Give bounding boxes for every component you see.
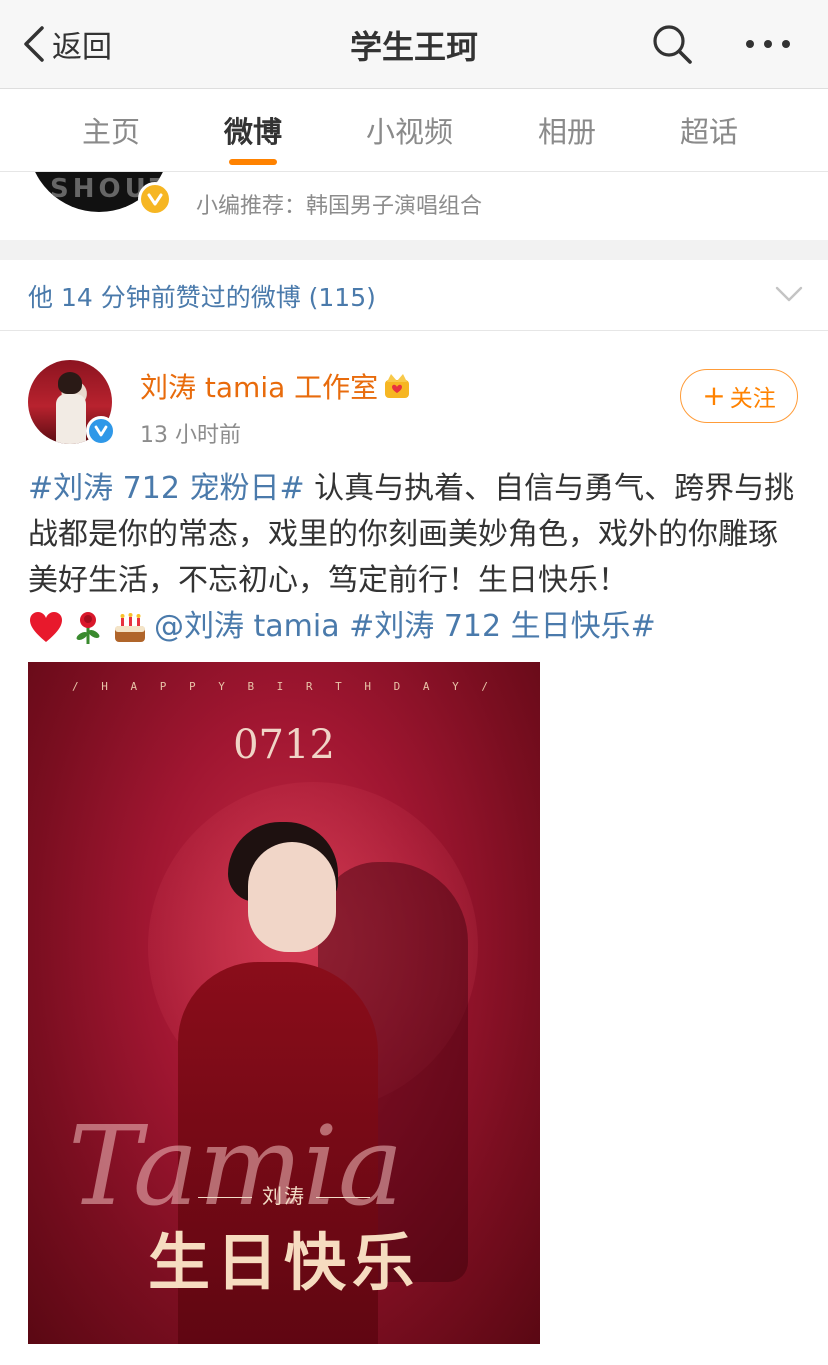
tab-video[interactable]: 小视频 bbox=[366, 109, 453, 151]
active-tab-indicator bbox=[229, 159, 277, 165]
tab-weibo[interactable]: 微博 bbox=[224, 109, 282, 151]
poster-figure-face bbox=[248, 842, 336, 952]
recommend-strip[interactable]: SHOUT 小编推荐：韩国男子演唱组合 bbox=[0, 172, 828, 240]
hashtag-link-2[interactable]: #刘涛 712 生日快乐# bbox=[349, 609, 656, 644]
page-title: 学生王珂 bbox=[349, 28, 478, 66]
hashtag-link[interactable]: #刘涛 712 宠粉日# bbox=[28, 471, 305, 506]
follow-label: 关注 bbox=[729, 386, 776, 412]
poster-happy-birthday: / H A P P Y B I R T H D A Y / bbox=[71, 680, 497, 693]
top-nav-bar: 返回 学生王珂 bbox=[0, 0, 828, 89]
liked-posts-bar[interactable]: 他 14 分钟前赞过的微博 (115) bbox=[0, 260, 828, 331]
cake-icon bbox=[115, 612, 145, 642]
crown-icon bbox=[385, 374, 409, 398]
more-icon[interactable] bbox=[742, 30, 794, 58]
mention-link[interactable]: @刘涛 tamia bbox=[154, 609, 340, 644]
section-divider bbox=[0, 240, 828, 260]
tab-album[interactable]: 相册 bbox=[538, 109, 596, 151]
tab-supertopic[interactable]: 超话 bbox=[680, 109, 738, 151]
heart-icon bbox=[30, 611, 62, 642]
yellow-verified-badge-icon bbox=[138, 182, 172, 216]
liked-posts-text: 他 14 分钟前赞过的微博 (115) bbox=[28, 283, 376, 312]
author-name[interactable]: 刘涛 tamia 工作室 bbox=[140, 366, 378, 406]
avatar-figure bbox=[56, 394, 86, 444]
profile-tabs: 主页 微博 小视频 相册 超话 bbox=[0, 89, 828, 172]
plus-icon: + bbox=[702, 379, 726, 412]
rose-icon bbox=[76, 611, 100, 644]
avatar-hair bbox=[58, 372, 82, 394]
poster-date: 0712 bbox=[233, 722, 335, 768]
search-icon[interactable] bbox=[650, 22, 694, 66]
post-body: #刘涛 712 宠粉日# 认真与执着、自信与勇气、跨界与挑战都是你的常态，戏里的… bbox=[28, 466, 798, 650]
post-time: 13 小时前 bbox=[140, 423, 241, 448]
chevron-down-icon[interactable] bbox=[774, 284, 804, 304]
tab-home[interactable]: 主页 bbox=[82, 109, 140, 151]
poster-greeting: 生日快乐 bbox=[147, 1226, 420, 1299]
post-image[interactable]: / H A P P Y B I R T H D A Y / 0712 Tamia… bbox=[28, 662, 540, 1344]
poster-signature: Tamia bbox=[68, 1102, 404, 1230]
blue-verified-badge-icon bbox=[86, 416, 116, 446]
recommend-text: 小编推荐：韩国男子演唱组合 bbox=[196, 194, 483, 219]
follow-button[interactable]: + 关注 bbox=[680, 369, 798, 423]
poster-name: 刘涛 bbox=[28, 1180, 540, 1209]
